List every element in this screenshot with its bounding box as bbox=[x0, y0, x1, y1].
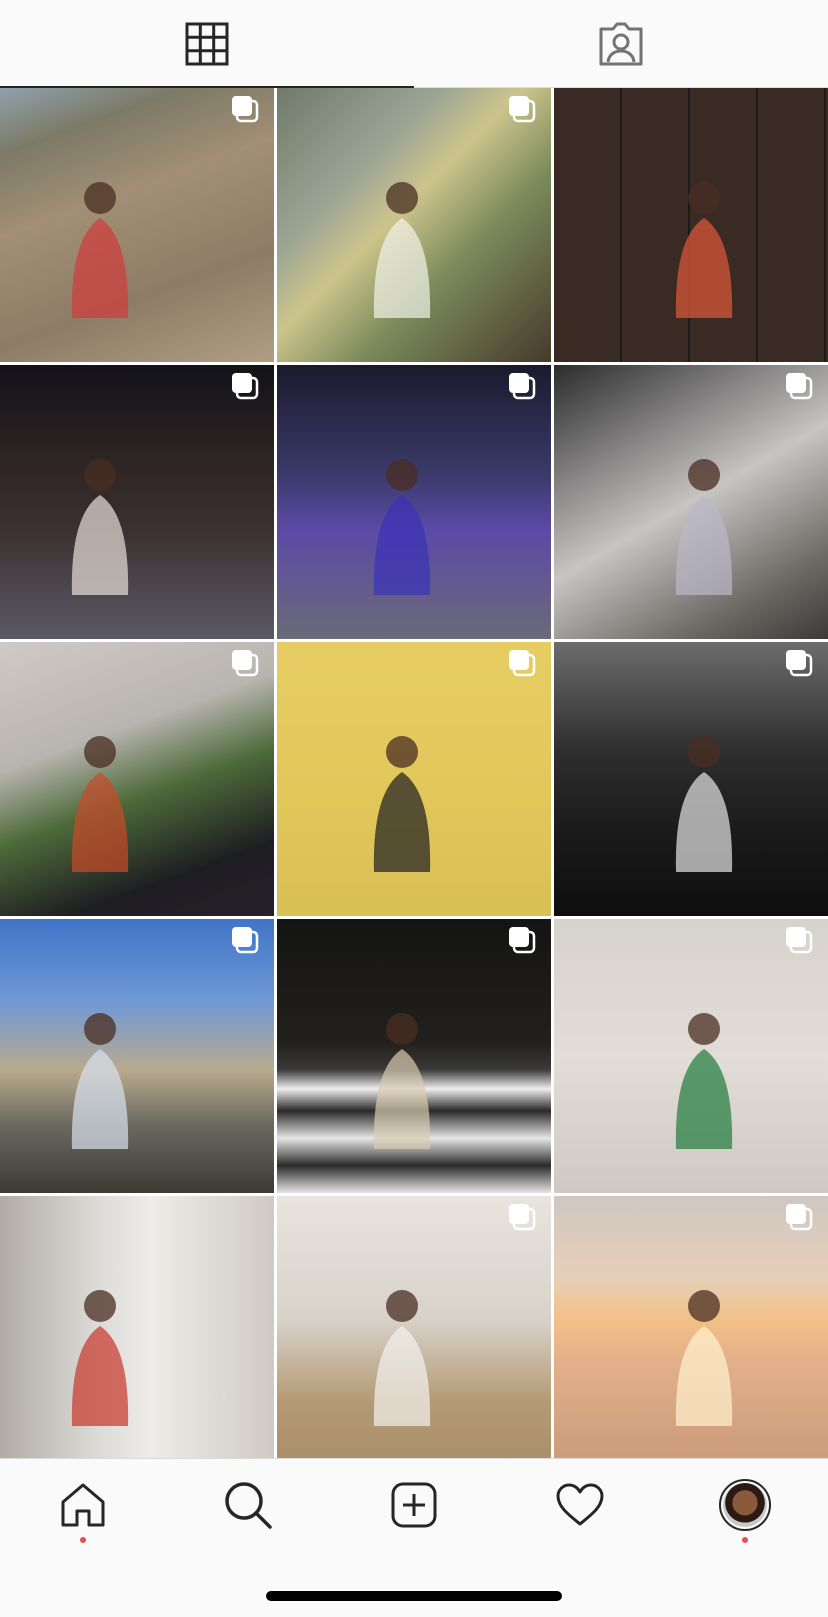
post-thumbnail[interactable] bbox=[0, 642, 274, 916]
post-image bbox=[675, 1290, 733, 1426]
multiple-images-icon bbox=[509, 373, 536, 400]
post-thumbnail[interactable] bbox=[277, 1196, 551, 1458]
home-indicator bbox=[266, 1591, 562, 1601]
home-notification-dot bbox=[79, 1537, 86, 1543]
post-image bbox=[373, 1290, 431, 1426]
post-thumbnail[interactable] bbox=[554, 365, 828, 639]
nav-activity[interactable] bbox=[497, 1459, 663, 1551]
home-icon bbox=[61, 1483, 105, 1527]
post-image bbox=[675, 182, 733, 318]
multiple-images-icon bbox=[786, 650, 813, 677]
post-image bbox=[71, 736, 129, 872]
post-image bbox=[71, 1013, 129, 1149]
tab-posts-grid[interactable] bbox=[0, 0, 414, 88]
post-thumbnail[interactable] bbox=[277, 365, 551, 639]
multiple-images-icon bbox=[509, 96, 536, 123]
post-thumbnail[interactable] bbox=[0, 1196, 274, 1458]
multiple-images-icon bbox=[232, 96, 259, 123]
nav-home[interactable] bbox=[0, 1459, 166, 1551]
post-thumbnail[interactable] bbox=[0, 919, 274, 1193]
nav-search[interactable] bbox=[166, 1459, 332, 1551]
profile-avatar bbox=[719, 1479, 772, 1531]
multiple-images-icon bbox=[509, 927, 536, 954]
multiple-images-icon bbox=[232, 927, 259, 954]
tab-tagged[interactable] bbox=[414, 0, 828, 88]
heart-icon bbox=[556, 1483, 604, 1526]
tagged-person-icon bbox=[599, 22, 643, 66]
post-thumbnail[interactable] bbox=[0, 365, 274, 639]
multiple-images-icon bbox=[509, 1204, 536, 1231]
post-thumbnail[interactable] bbox=[277, 88, 551, 362]
multiple-images-icon bbox=[786, 373, 813, 400]
nav-new-post[interactable] bbox=[331, 1459, 497, 1551]
post-thumbnail[interactable] bbox=[0, 88, 274, 362]
multiple-images-icon bbox=[232, 373, 259, 400]
nav-profile[interactable] bbox=[662, 1459, 828, 1551]
multiple-images-icon bbox=[786, 927, 813, 954]
post-image bbox=[373, 459, 431, 595]
search-icon bbox=[225, 1482, 273, 1529]
post-thumbnail[interactable] bbox=[277, 642, 551, 916]
grid-icon bbox=[185, 22, 229, 66]
bottom-navigation bbox=[0, 1458, 828, 1617]
profile-notification-dot bbox=[742, 1537, 749, 1543]
post-image bbox=[675, 1013, 733, 1149]
multiple-images-icon bbox=[232, 650, 259, 677]
post-thumbnail[interactable] bbox=[554, 88, 828, 362]
profile-tabs bbox=[0, 0, 828, 88]
post-thumbnail[interactable] bbox=[554, 919, 828, 1193]
post-thumbnail[interactable] bbox=[277, 919, 551, 1193]
post-image bbox=[373, 736, 431, 872]
multiple-images-icon bbox=[786, 1204, 813, 1231]
post-image bbox=[675, 736, 733, 872]
post-thumbnail[interactable] bbox=[554, 642, 828, 916]
posts-grid bbox=[0, 88, 828, 1458]
post-image bbox=[675, 459, 733, 595]
new-post-icon bbox=[391, 1482, 437, 1528]
post-image bbox=[373, 1013, 431, 1149]
post-image bbox=[373, 182, 431, 318]
post-image bbox=[71, 182, 129, 318]
post-image bbox=[71, 459, 129, 595]
post-image bbox=[71, 1290, 129, 1426]
post-thumbnail[interactable] bbox=[554, 1196, 828, 1458]
multiple-images-icon bbox=[509, 650, 536, 677]
